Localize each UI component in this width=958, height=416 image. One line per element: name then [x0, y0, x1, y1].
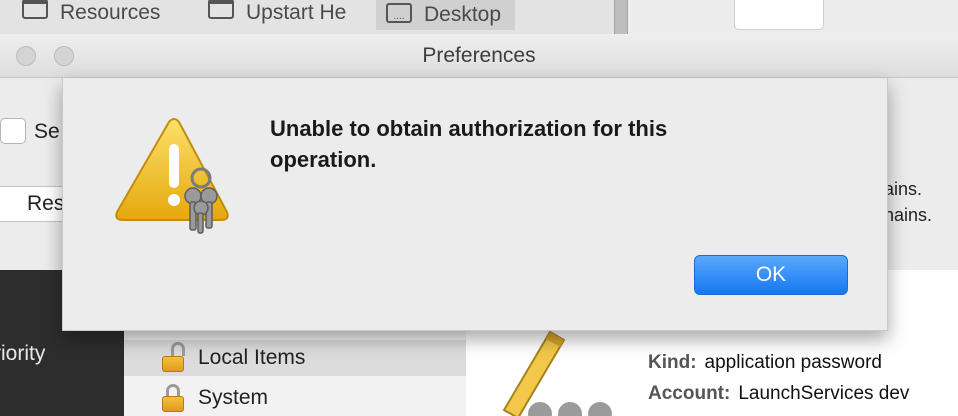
- detail-kind: Kind: application password: [648, 352, 882, 374]
- toolbar-button[interactable]: [734, 0, 824, 30]
- display-icon: ....: [386, 3, 412, 23]
- folder-icon: [208, 0, 234, 19]
- favorite-desktop[interactable]: .... Desktop: [376, 0, 516, 30]
- favorite-label: Upstart He: [246, 1, 347, 24]
- preference-note-line: ains.: [884, 179, 923, 199]
- favorite-label: Desktop: [424, 3, 502, 26]
- sidebar-item-label: Local Items: [198, 346, 306, 369]
- detail-key: Kind:: [648, 352, 697, 373]
- authorization-alert-sheet: Unable to obtain authorization for this …: [62, 78, 888, 331]
- alert-message: Unable to obtain authorization for this …: [270, 116, 668, 172]
- detail-value: LaunchServices dev: [738, 383, 910, 404]
- window-title: Preferences: [422, 44, 536, 67]
- ok-button[interactable]: OK: [694, 255, 848, 295]
- preference-checkbox-label: Se: [34, 120, 60, 143]
- detail-key: Account:: [648, 383, 731, 404]
- favorite-label: Resources: [60, 1, 161, 24]
- locked-padlock-icon: [162, 384, 184, 412]
- preference-checkbox[interactable]: [0, 118, 26, 144]
- folder-icon: [22, 0, 48, 19]
- sidebar-item-system[interactable]: System: [124, 380, 466, 416]
- priority-label: riority: [0, 342, 46, 365]
- preference-note-line: hains.: [884, 205, 933, 225]
- unlocked-padlock-icon: [162, 342, 185, 372]
- favorite-resources[interactable]: Resources: [22, 0, 160, 26]
- more-options-icon: [528, 402, 612, 416]
- sidebar-item-local-items[interactable]: Local Items: [124, 340, 466, 376]
- warning-keys-icon: [115, 118, 229, 234]
- finder-toolbar: Resources Upstart He .... Desktop: [0, 0, 958, 34]
- preferences-titlebar: Preferences: [0, 34, 958, 78]
- display-icon-glyph: ....: [393, 11, 405, 22]
- reset-button[interactable]: Res: [0, 186, 70, 222]
- split-divider[interactable]: [614, 0, 628, 34]
- sidebar-item-label: System: [198, 386, 269, 409]
- detail-value: application password: [704, 352, 882, 373]
- favorite-upstart[interactable]: Upstart He: [208, 0, 346, 26]
- detail-account: Account: LaunchServices dev: [648, 383, 909, 405]
